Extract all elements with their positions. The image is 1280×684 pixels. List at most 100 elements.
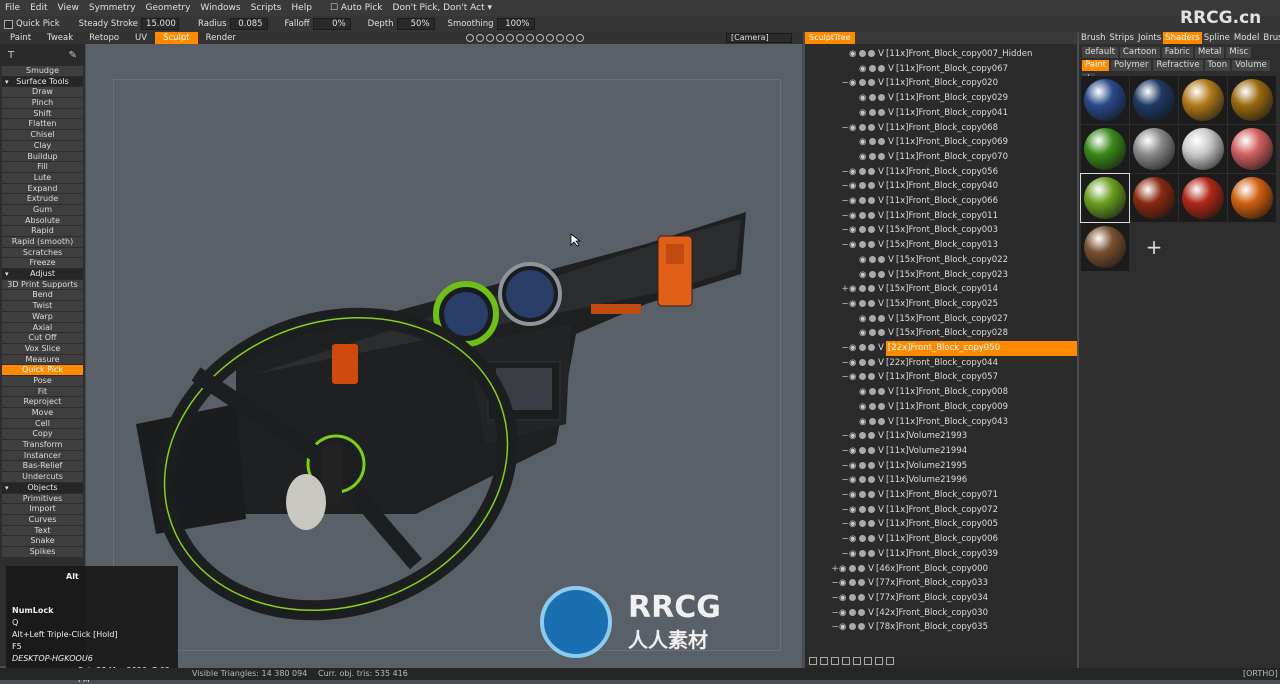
voxel-mode-icon[interactable]: V xyxy=(876,76,886,91)
tab-spline[interactable]: Spline xyxy=(1202,32,1232,44)
voxel-mode-icon[interactable]: V xyxy=(886,415,896,430)
expand-toggle-icon[interactable]: − xyxy=(841,297,849,312)
sphere-icon[interactable] xyxy=(853,657,861,665)
expand-toggle-icon[interactable]: − xyxy=(831,576,839,591)
tab-retopo[interactable]: Retopo xyxy=(81,32,127,44)
tool-item[interactable]: Vox Slice xyxy=(2,343,83,355)
ghost-dot-icon[interactable] xyxy=(868,79,875,87)
ghost-dot-icon[interactable] xyxy=(868,476,875,484)
voxel-mode-icon[interactable]: V xyxy=(876,370,886,385)
eye-icon[interactable]: ◉ xyxy=(849,179,858,194)
eye-icon[interactable]: ◉ xyxy=(849,47,858,62)
menu-scripts[interactable]: Scripts xyxy=(246,3,287,13)
ghost-dot-icon[interactable] xyxy=(858,564,865,572)
viewport-3d[interactable] xyxy=(86,44,802,668)
ghost-dot-icon[interactable] xyxy=(868,123,875,131)
expand-toggle-icon[interactable]: − xyxy=(831,606,839,621)
voxel-mode-icon[interactable]: V xyxy=(876,532,886,547)
eye-icon[interactable]: ◉ xyxy=(839,576,848,591)
tool-item[interactable]: Bas-Relief xyxy=(2,461,83,473)
eye-icon[interactable]: ◉ xyxy=(859,106,868,121)
tree-item-name[interactable]: [15x]Front_Block_copy025 xyxy=(886,299,998,309)
tree-item-name[interactable]: [15x]Front_Block_copy013 xyxy=(886,240,998,250)
eye-icon[interactable]: ◉ xyxy=(839,620,848,635)
expand-toggle-icon[interactable]: − xyxy=(841,165,849,180)
ghost-dot-icon[interactable] xyxy=(868,549,875,557)
tool-item[interactable]: Draw xyxy=(2,87,83,99)
home-icon[interactable] xyxy=(546,34,554,42)
tree-item-name[interactable]: [11x]Front_Block_copy039 xyxy=(886,549,998,559)
shader-swatch[interactable] xyxy=(1179,125,1227,173)
camera-select[interactable]: [Camera] xyxy=(726,33,792,43)
duplicate-icon[interactable] xyxy=(820,657,828,665)
snap-icon[interactable] xyxy=(496,34,504,42)
tree-row[interactable]: −◉ V [11x]Front_Block_copy056 xyxy=(805,165,1077,180)
shader-tab[interactable]: Toon xyxy=(1204,60,1231,71)
eye-icon[interactable]: ◉ xyxy=(849,209,858,224)
tool-item[interactable]: Fill xyxy=(2,162,83,173)
ghost-dot-icon[interactable] xyxy=(868,505,875,513)
tree-row[interactable]: −◉ V [11x]Front_Block_copy039 xyxy=(805,547,1077,562)
radius-label[interactable]: Radius xyxy=(198,19,227,29)
tree-row[interactable]: −◉ V [77x]Front_Block_copy033 xyxy=(805,576,1077,591)
eye-icon[interactable]: ◉ xyxy=(849,76,858,91)
shader-tab[interactable]: default xyxy=(1082,47,1118,58)
eye-icon[interactable]: ◉ xyxy=(859,268,868,283)
folder-icon[interactable] xyxy=(842,657,850,665)
tool-item[interactable]: Instancer xyxy=(2,450,83,462)
voxel-mode-icon[interactable]: V xyxy=(886,150,896,165)
expand-toggle-icon[interactable]: + xyxy=(831,562,839,577)
tool-item[interactable]: Smudge xyxy=(2,66,83,77)
tree-item-name[interactable]: [11x]Front_Block_copy070 xyxy=(896,152,1008,162)
voxel-mode-icon[interactable]: V xyxy=(876,47,886,62)
tool-item[interactable]: Flatten xyxy=(2,119,83,131)
voxel-mode-icon[interactable]: V xyxy=(876,297,886,312)
tool-item[interactable]: Cut Off xyxy=(2,333,83,344)
eye-icon[interactable]: ◉ xyxy=(839,606,848,621)
menu-edit[interactable]: Edit xyxy=(25,3,52,13)
voxel-mode-icon[interactable]: V xyxy=(886,91,896,106)
tool-item[interactable]: Transform xyxy=(2,440,83,451)
shader-swatch[interactable] xyxy=(1228,125,1276,173)
tree-row[interactable]: ◉ V [11x]Front_Block_copy069 xyxy=(805,135,1077,150)
tab-brush[interactable]: Brush xyxy=(1261,32,1280,44)
tree-row[interactable]: ◉ V [15x]Front_Block_copy022 xyxy=(805,253,1077,268)
shader-swatch[interactable] xyxy=(1130,76,1178,124)
ghost-dot-icon[interactable] xyxy=(868,299,875,307)
voxel-mode-icon[interactable]: V xyxy=(876,488,886,503)
tree-row[interactable]: −◉ V [11x]Front_Block_copy071 xyxy=(805,488,1077,503)
ghost-dot-icon[interactable] xyxy=(858,623,865,631)
smoothing-label[interactable]: Smoothing xyxy=(448,19,494,29)
voxel-mode-icon[interactable]: V xyxy=(886,253,896,268)
expand-toggle-icon[interactable]: − xyxy=(841,223,849,238)
ghost-dot-icon[interactable] xyxy=(868,182,875,190)
tree-item-name[interactable]: [11x]Front_Block_copy040 xyxy=(886,181,998,191)
shader-swatch[interactable] xyxy=(1081,76,1129,124)
merge-icon[interactable] xyxy=(831,657,839,665)
eye-icon[interactable]: ◉ xyxy=(849,341,858,356)
tree-row[interactable]: ◉ V [11x]Front_Block_copy070 xyxy=(805,150,1077,165)
shader-swatch[interactable] xyxy=(1228,174,1276,222)
tree-item-name[interactable]: [11x]Front_Block_copy057 xyxy=(886,372,998,382)
ghost-dot-icon[interactable] xyxy=(868,241,875,249)
tree-item-name[interactable]: [15x]Front_Block_copy022 xyxy=(896,255,1008,265)
ghost-dot-icon[interactable] xyxy=(868,491,875,498)
ghost-dot-icon[interactable] xyxy=(878,314,885,322)
shader-swatch[interactable] xyxy=(1130,125,1178,173)
tool-item[interactable]: Cell xyxy=(2,418,83,430)
tree-row[interactable]: ◉ V [11x]Front_Block_copy007_Hidden xyxy=(805,47,1077,62)
eye-icon[interactable]: ◉ xyxy=(849,121,858,136)
menu-geometry[interactable]: Geometry xyxy=(141,3,196,13)
tree-item-name[interactable]: [15x]Front_Block_copy027 xyxy=(896,314,1008,324)
tree-item-name[interactable]: [11x]Front_Block_copy071 xyxy=(886,490,998,500)
tool-item[interactable]: Primitives xyxy=(2,493,83,505)
depth-label[interactable]: Depth xyxy=(368,19,394,29)
eye-icon[interactable]: ◉ xyxy=(849,165,858,180)
tree-row[interactable]: −◉ V [11x]Volume21994 xyxy=(805,444,1077,459)
ghost-dot-icon[interactable] xyxy=(868,211,875,219)
voxel-mode-icon[interactable]: V xyxy=(866,562,876,577)
ghost-dot-icon[interactable] xyxy=(868,167,875,175)
ghost-dot-icon[interactable] xyxy=(868,50,875,57)
tab-sculpt-tree[interactable]: SculptTree xyxy=(805,32,855,44)
shader-tab[interactable]: Paint xyxy=(1082,60,1110,71)
